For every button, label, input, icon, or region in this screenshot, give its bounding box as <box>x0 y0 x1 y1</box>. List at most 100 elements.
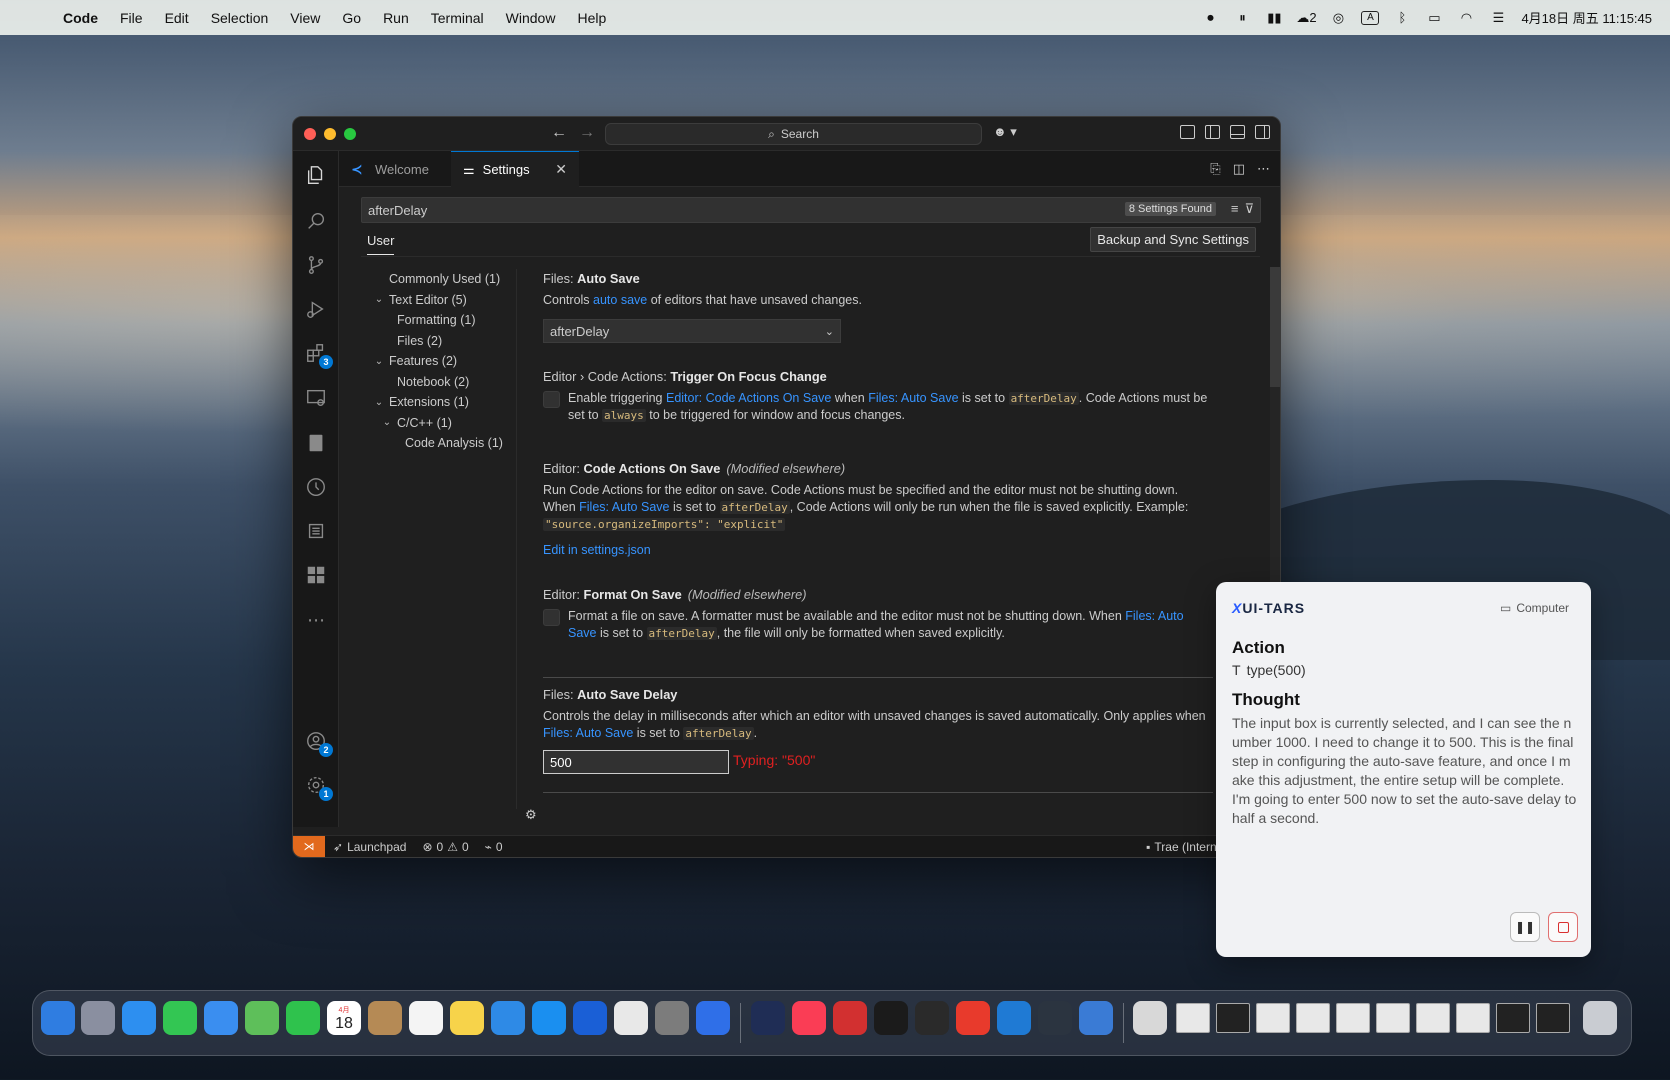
menu-terminal[interactable]: Terminal <box>420 10 495 26</box>
toc-item[interactable]: ⌄ Extensions (1) <box>365 392 525 413</box>
run-debug-icon[interactable] <box>304 297 328 321</box>
tasks-icon[interactable] <box>491 1001 525 1035</box>
xcode-instruments-icon[interactable] <box>696 1001 730 1035</box>
window-thumbnail[interactable] <box>1176 1003 1210 1033</box>
fingerprint-icon[interactable]: ◎ <box>1329 10 1347 25</box>
chrome-icon[interactable] <box>614 1001 648 1035</box>
window-thumbnail[interactable] <box>1536 1003 1570 1033</box>
record-icon[interactable]: ⏺ <box>1201 10 1219 25</box>
launchpad-status[interactable]: ➶ Launchpad <box>325 840 414 854</box>
app-store-icon[interactable] <box>532 1001 566 1035</box>
toc-item[interactable]: ⌄ Features (2) <box>365 351 525 372</box>
reminders-icon[interactable] <box>409 1001 443 1035</box>
window-thumbnail[interactable] <box>1256 1003 1290 1033</box>
red-app-icon[interactable] <box>956 1001 990 1035</box>
explorer-icon[interactable] <box>304 163 328 187</box>
facetime-icon[interactable] <box>286 1001 320 1035</box>
ports-status[interactable]: ⌁ 0 <box>477 840 511 854</box>
settings-search-input[interactable]: afterDelay 8 Settings Found ≡ ⊽ <box>361 197 1261 223</box>
menu-run[interactable]: Run <box>372 10 420 26</box>
mail-icon[interactable] <box>204 1001 238 1035</box>
chatgpt-icon[interactable] <box>751 1001 785 1035</box>
electron-icon[interactable] <box>1038 1001 1072 1035</box>
toc-item[interactable]: ⌄ C/C++ (1) <box>365 413 525 434</box>
window-thumbnail[interactable] <box>1336 1003 1370 1033</box>
calendar-icon[interactable]: 4月 18 <box>327 1001 361 1035</box>
bluetooth-icon[interactable]: ᛒ <box>1393 10 1411 25</box>
menu-help[interactable]: Help <box>566 10 617 26</box>
back-arrow-icon[interactable]: ← <box>551 124 567 142</box>
window-thumbnail[interactable] <box>1416 1003 1450 1033</box>
trash-icon[interactable] <box>1583 1001 1617 1035</box>
window-thumbnail[interactable] <box>1296 1003 1330 1033</box>
toggle-secondary-sidebar-icon[interactable] <box>1255 125 1270 139</box>
stop-button[interactable] <box>1548 912 1578 942</box>
setting-gear-icon[interactable]: ⚙ <box>525 807 537 823</box>
notebook-icon[interactable] <box>304 431 328 455</box>
quicktime-icon[interactable] <box>1079 1001 1113 1035</box>
messages-icon[interactable] <box>163 1001 197 1035</box>
accounts-icon[interactable]: 2 <box>304 729 333 757</box>
terminal-icon[interactable] <box>874 1001 908 1035</box>
extensions-icon[interactable]: 3 <box>304 341 333 369</box>
remote-explorer-icon[interactable] <box>304 386 328 410</box>
split-editor-icon[interactable]: ◫ <box>1233 161 1245 177</box>
control-center-icon[interactable]: ☰ <box>1489 10 1507 25</box>
close-window-button[interactable] <box>304 128 316 140</box>
tab-settings[interactable]: ⚌ Settings ✕ <box>451 151 579 187</box>
toc-item[interactable]: Formatting (1) <box>365 310 525 331</box>
problems-status[interactable]: ⊗ 0 ⚠ 0 <box>414 840 476 854</box>
zoom-window-button[interactable] <box>344 128 356 140</box>
window-thumbnail[interactable] <box>1456 1003 1490 1033</box>
wifi-icon[interactable]: ◠ <box>1457 10 1475 25</box>
search-view-icon[interactable] <box>304 209 328 233</box>
audio-icon[interactable]: ▮▮ <box>1265 10 1283 25</box>
setting-link[interactable]: Editor: Code Actions On Save <box>666 391 831 405</box>
clear-filter-icon[interactable]: ≡ <box>1231 201 1239 217</box>
tab-welcome[interactable]: ≺ Welcome <box>339 151 451 187</box>
maps-icon[interactable] <box>245 1001 279 1035</box>
menu-app-name[interactable]: Code <box>52 10 109 26</box>
toggle-sidebar-icon[interactable] <box>1205 125 1220 139</box>
source-control-icon[interactable] <box>304 253 328 277</box>
menu-view[interactable]: View <box>279 10 331 26</box>
safari-icon[interactable] <box>122 1001 156 1035</box>
window-thumbnail[interactable] <box>1216 1003 1250 1033</box>
filezilla-icon[interactable] <box>833 1001 867 1035</box>
launchpad-icon[interactable] <box>81 1001 115 1035</box>
menubar-datetime[interactable]: 4月18日 周五 11:15:45 <box>1521 8 1652 27</box>
minimize-window-button[interactable] <box>324 128 336 140</box>
menu-selection[interactable]: Selection <box>200 10 280 26</box>
edit-in-settings-json-link[interactable]: Edit in settings.json <box>543 543 1213 557</box>
more-actions-icon[interactable]: ⋯ <box>1257 161 1270 177</box>
auto-save-delay-input[interactable]: 500 <box>543 750 729 774</box>
toc-item[interactable]: Commonly Used (1) <box>365 269 525 290</box>
toggle-panel-icon[interactable] <box>1230 125 1245 139</box>
settings-scrollbar-thumb[interactable] <box>1270 267 1280 387</box>
cursor-icon[interactable] <box>915 1001 949 1035</box>
toc-item[interactable]: ⌄ Text Editor (5) <box>365 290 525 311</box>
input-method-icon[interactable]: A <box>1361 10 1380 25</box>
tab-user-settings[interactable]: User <box>367 233 395 255</box>
notes-icon[interactable] <box>450 1001 484 1035</box>
preview-icon[interactable] <box>1133 1001 1167 1035</box>
copilot-icon[interactable]: ☻ ▾ <box>993 124 1017 140</box>
toc-item[interactable]: Notebook (2) <box>365 372 525 393</box>
music-icon[interactable] <box>792 1001 826 1035</box>
trigger-focus-checkbox[interactable] <box>543 391 560 408</box>
menu-go[interactable]: Go <box>331 10 372 26</box>
vscode-icon[interactable] <box>997 1001 1031 1035</box>
auto-save-link[interactable]: auto save <box>593 293 647 307</box>
window-thumbnail[interactable] <box>1376 1003 1410 1033</box>
menu-file[interactable]: File <box>109 10 154 26</box>
auto-save-select[interactable]: afterDelay ⌄ <box>543 319 841 343</box>
command-center-search[interactable]: ⌕ Search <box>605 123 982 145</box>
format-on-save-checkbox[interactable] <box>543 609 560 626</box>
contacts-icon[interactable] <box>368 1001 402 1035</box>
window-thumbnail[interactable] <box>1496 1003 1530 1033</box>
cloud-icon[interactable]: ☁ 2 <box>1296 10 1316 26</box>
remote-indicator-icon[interactable]: ⋊ <box>293 835 325 857</box>
system-settings-icon[interactable] <box>655 1001 689 1035</box>
setting-link[interactable]: Files: Auto Save <box>868 391 958 405</box>
paper-plane-icon[interactable] <box>573 1001 607 1035</box>
